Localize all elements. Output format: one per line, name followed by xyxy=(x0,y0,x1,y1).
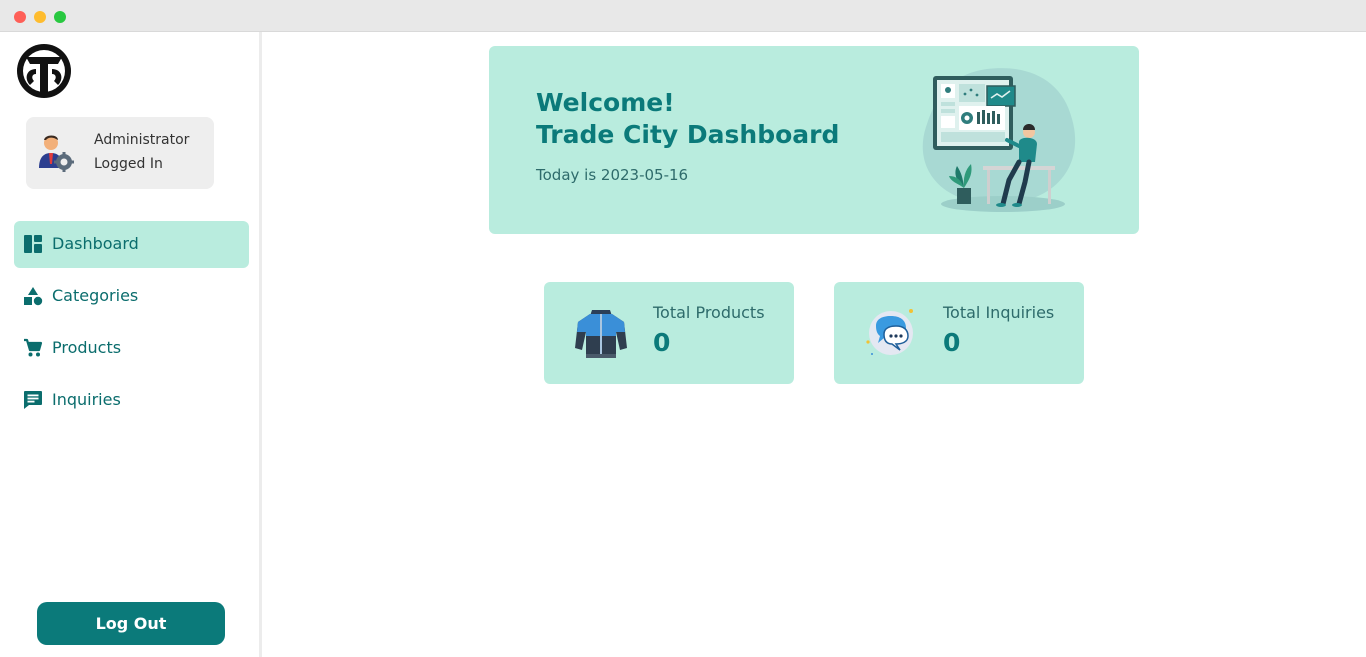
window-titlebar xyxy=(0,0,1366,32)
close-window-button[interactable] xyxy=(14,11,26,23)
sidebar-item-label: Dashboard xyxy=(52,234,139,253)
user-role: Administrator xyxy=(94,132,190,148)
sidebar: Administrator Logged In Dashboard Catego… xyxy=(0,32,262,657)
total-inquiries-card[interactable]: Total Inquiries 0 xyxy=(834,282,1084,384)
total-inquiries-label: Total Inquiries xyxy=(943,303,1055,322)
logout-button[interactable]: Log Out xyxy=(37,602,225,645)
categories-icon xyxy=(24,287,43,306)
maximize-window-button[interactable] xyxy=(54,11,66,23)
jacket-icon xyxy=(575,310,627,358)
dashboard-icon xyxy=(24,235,42,253)
total-products-label: Total Products xyxy=(653,303,765,322)
cart-icon xyxy=(24,338,43,357)
sidebar-item-label: Categories xyxy=(52,286,139,305)
dashboard-title: Trade City Dashboard xyxy=(536,120,840,149)
sidebar-item-dashboard[interactable]: Dashboard xyxy=(14,221,249,268)
sidebar-item-inquiries[interactable]: Inquiries xyxy=(14,377,249,424)
sidebar-item-products[interactable]: Products xyxy=(14,325,249,372)
trade-city-logo xyxy=(17,44,71,98)
user-status: Logged In xyxy=(94,156,163,172)
minimize-window-button[interactable] xyxy=(34,11,46,23)
admin-avatar-icon xyxy=(39,135,74,172)
total-products-value: 0 xyxy=(653,328,671,357)
total-inquiries-value: 0 xyxy=(943,328,961,357)
today-date-text: Today is 2023-05-16 xyxy=(536,166,689,184)
welcome-banner: Welcome! Trade City Dashboard Today is 2… xyxy=(489,46,1139,234)
sidebar-item-label: Inquiries xyxy=(52,390,121,409)
speech-bubble-icon xyxy=(866,309,913,355)
welcome-heading: Welcome! xyxy=(536,88,675,117)
user-status-card: Administrator Logged In xyxy=(26,117,214,189)
sidebar-item-label: Products xyxy=(52,338,122,357)
sidebar-item-categories[interactable]: Categories xyxy=(14,273,249,320)
chat-icon xyxy=(24,391,42,409)
total-products-card[interactable]: Total Products 0 xyxy=(544,282,794,384)
analytics-illustration xyxy=(922,68,1076,212)
